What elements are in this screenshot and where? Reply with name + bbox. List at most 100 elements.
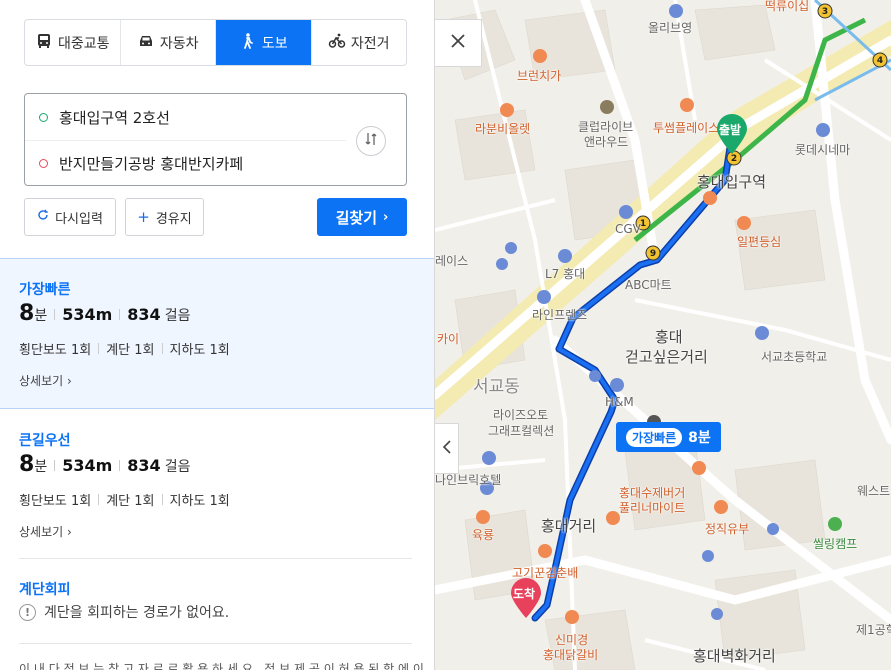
map-label[interactable]: CGV (615, 222, 641, 236)
find-route-label: 길찾기 (335, 208, 378, 227)
route-details: 횡단보도 1회 계단 1회 지하도 1회 (19, 339, 230, 358)
route-detail-crosswalk: 횡단보도 1회 (19, 494, 92, 509)
tab-transit-label: 대중교통 (57, 35, 110, 52)
svg-text:2: 2 (731, 154, 737, 164)
route-time-tag[interactable]: 가장빠른 8분 (616, 422, 721, 452)
route-steps: 834 (127, 456, 161, 475)
add-waypoint-button[interactable]: + 경유지 (125, 198, 204, 236)
route-minutes-unit: 분 (34, 308, 48, 324)
map-label[interactable]: 투썸플레이스 (653, 119, 719, 136)
map-label[interactable]: 홍대닭갈비 (543, 646, 598, 663)
map-canvas[interactable]: 3 4 1 9 2 올리브영 떡류이십 브런치가 라분비올렛 클럽라이브 앤라우… (435, 0, 891, 670)
map-label[interactable]: 롯데시네마 (795, 141, 850, 158)
find-route-button[interactable]: 길찾기 › (317, 198, 407, 236)
swap-button[interactable] (356, 126, 386, 156)
tab-walk[interactable]: 도보 (216, 20, 312, 65)
map-label[interactable]: 홍대거리 (541, 515, 596, 536)
map-label[interactable]: 홍대벽화거리 (693, 645, 776, 666)
start-marker[interactable]: 출발 (715, 113, 749, 155)
tab-car[interactable]: 자동차 (121, 20, 216, 65)
tab-car-label: 자동차 (159, 35, 199, 52)
map-label[interactable]: 올리브영 (648, 19, 692, 36)
route-title: 가장빠른 (19, 282, 71, 298)
route-summary: 8 분 534m 834 걸음 (19, 452, 190, 477)
route-steps-unit: 걸음 (164, 308, 191, 324)
map-label[interactable]: 제1공학 (856, 621, 891, 638)
divider (19, 643, 412, 644)
chevron-left-icon (442, 439, 452, 458)
directions-panel: 대중교통 자동차 도보 자전거 홍대입구역 2호선 반지만들기공방 홍대반지카페 (0, 0, 435, 670)
route-title: 큰길우선 (19, 433, 71, 449)
route-minutes-unit: 분 (34, 459, 48, 475)
route-tag-label: 가장빠른 (626, 427, 683, 447)
tab-bicycle[interactable]: 자전거 (312, 20, 407, 65)
route-input-box: 홍대입구역 2호선 반지만들기공방 홍대반지카페 (24, 93, 407, 186)
start-dot-icon (39, 112, 48, 122)
route-minutes: 8 (19, 301, 35, 326)
map-label[interactable]: 풀리너마이트 (619, 499, 685, 516)
map-label[interactable]: 서교초등학교 (761, 348, 827, 365)
tab-transit[interactable]: 대중교통 (25, 20, 121, 65)
swap-icon (363, 131, 379, 151)
bus-icon (35, 32, 53, 54)
add-waypoint-label: 경유지 (155, 211, 192, 227)
map-label[interactable]: 정직유부 (705, 520, 749, 537)
map-label[interactable]: 웨스트 (857, 482, 890, 499)
bicycle-icon (328, 32, 346, 54)
map-label[interactable]: 육룡 (472, 526, 494, 543)
destination-input[interactable]: 반지만들기공방 홍대반지카페 (25, 140, 346, 186)
end-marker-label: 도착 (513, 587, 536, 601)
collapse-panel-button[interactable] (435, 423, 459, 474)
map-label[interactable]: 레이스 (435, 252, 468, 269)
map-label[interactable]: 일편등심 (737, 233, 781, 250)
map-label[interactable]: 카이 (437, 330, 459, 347)
close-icon (449, 32, 467, 54)
destination-input-value: 반지만들기공방 홍대반지카페 (59, 154, 244, 173)
map-label[interactable]: 라이즈오토 (493, 406, 548, 423)
route-summary: 8 분 534m 834 걸음 (19, 301, 190, 326)
svg-text:9: 9 (650, 249, 656, 259)
stairs-avoid-title: 계단회피 (19, 582, 71, 598)
map-label[interactable]: 브런치가 (517, 67, 561, 84)
route-detail-underpass: 지하도 1회 (169, 494, 230, 509)
end-marker[interactable]: 도착 (509, 577, 543, 619)
divider (19, 558, 412, 559)
map-label[interactable]: 떡류이십 (765, 0, 809, 14)
map-label[interactable]: L7 홍대 (545, 265, 585, 282)
walk-icon (239, 32, 257, 54)
reset-button[interactable]: 다시입력 (24, 198, 116, 236)
map-label[interactable]: 앤라우드 (584, 133, 628, 150)
end-dot-icon (39, 158, 48, 168)
route-option-fastest[interactable]: 가장빠른 8 분 534m 834 걸음 횡단보도 1회 계단 1회 지하도 1… (0, 258, 434, 409)
map-label[interactable]: ABC마트 (625, 276, 672, 293)
route-steps-unit: 걸음 (164, 459, 191, 475)
route-details-link[interactable]: 상세보기 › (19, 372, 72, 389)
map-label[interactable]: H&M (605, 395, 634, 409)
map-label[interactable]: 라인프렌즈 (532, 306, 587, 323)
map-label[interactable]: 홍대입구역 (697, 171, 766, 192)
plus-icon: + (137, 208, 150, 226)
tab-walk-label: 도보 (261, 35, 288, 52)
start-input[interactable]: 홍대입구역 2호선 (25, 94, 346, 141)
route-detail-crosswalk: 횡단보도 1회 (19, 343, 92, 358)
disclaimer-text: 이 내 다 정 보 는 참 고 자 료 로 활 용 하 세 요 . 정 보 제 … (19, 662, 424, 670)
map-label[interactable]: 홍대 (655, 326, 683, 347)
map-label[interactable]: 씰링캠프 (813, 535, 857, 552)
close-button[interactable] (435, 19, 482, 67)
map-label[interactable]: 그래프컬렉션 (488, 422, 554, 439)
map-label[interactable]: 라분비올렛 (475, 120, 530, 137)
route-details-link[interactable]: 상세보기 › (19, 523, 72, 540)
map-label[interactable]: 걷고싶은거리 (625, 346, 708, 367)
route-option-main-road[interactable]: 큰길우선 8 분 534m 834 걸음 횡단보도 1회 계단 1회 지하도 1… (0, 410, 434, 558)
start-input-value: 홍대입구역 2호선 (59, 108, 170, 127)
svg-text:4: 4 (877, 56, 883, 66)
stairs-avoid-text: 계단을 회피하는 경로가 없어요. (44, 605, 230, 621)
route-distance: 534m (62, 456, 113, 475)
route-details: 횡단보도 1회 계단 1회 지하도 1회 (19, 490, 230, 509)
warning-icon: ! (19, 603, 36, 621)
route-tag-time: 8분 (688, 430, 711, 446)
route-detail-stairs: 계단 1회 (106, 343, 155, 358)
map-label: 서교동 (473, 377, 520, 397)
route-steps: 834 (127, 305, 161, 324)
reset-button-label: 다시입력 (55, 211, 103, 227)
